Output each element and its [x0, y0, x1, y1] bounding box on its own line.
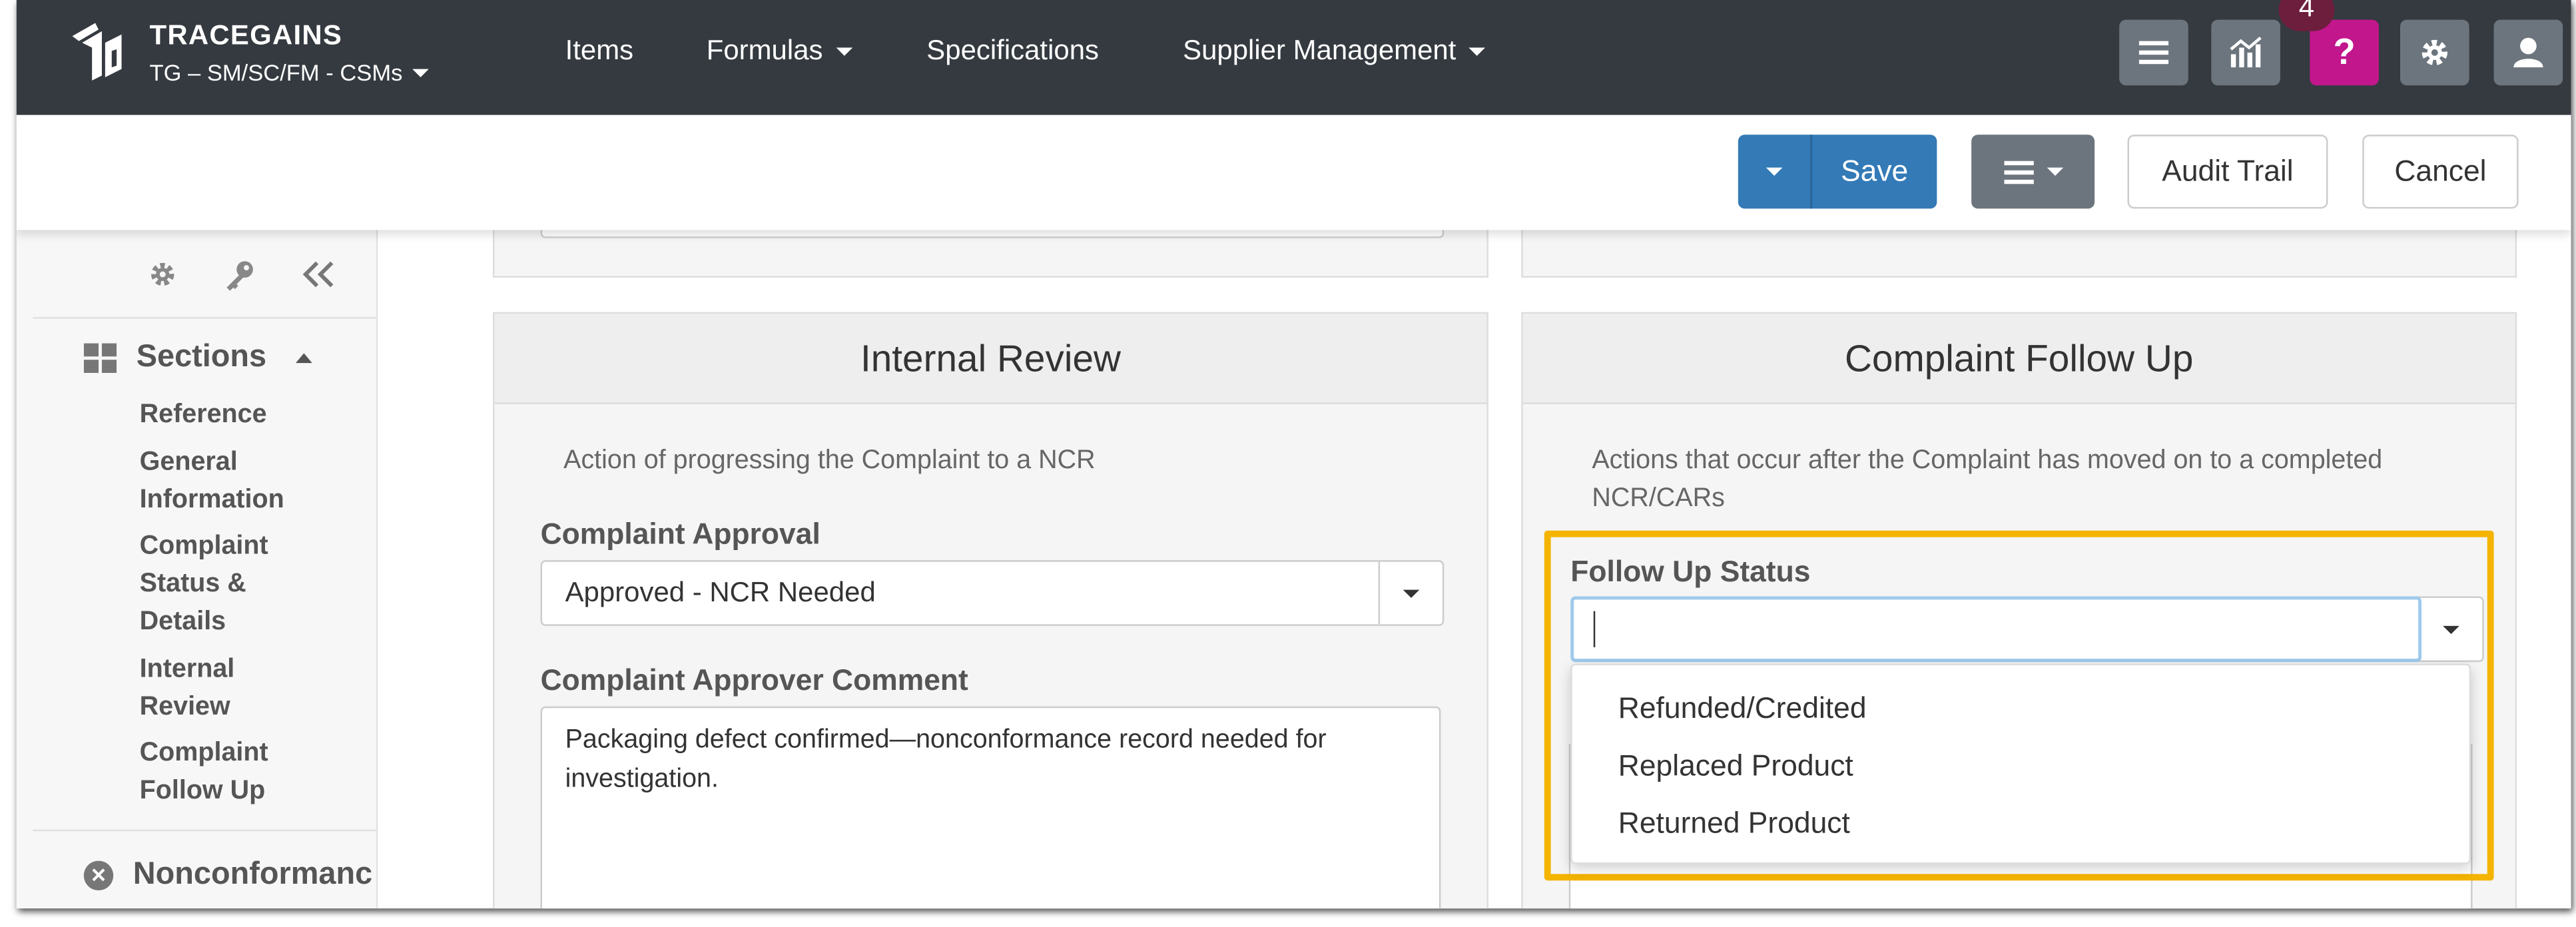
nav-specifications-label: Specifications	[926, 34, 1100, 66]
app-window: TRACEGAINS TG – SM/SC/FM - CSMs Items Fo…	[16, 0, 2571, 909]
sections-label: Sections	[136, 340, 267, 375]
complaint-follow-up-title: Complaint Follow Up	[1522, 314, 2515, 404]
internal-review-title: Internal Review	[494, 314, 1487, 404]
option-refunded-credited[interactable]: Refunded/Credited	[1618, 692, 1867, 727]
chevron-down-icon[interactable]	[2420, 598, 2483, 661]
gear-icon[interactable]	[148, 260, 177, 289]
sections-toggle[interactable]: Sections	[83, 340, 313, 376]
audit-trail-button[interactable]: Audit Trail	[2127, 135, 2328, 209]
more-actions-button[interactable]	[1971, 135, 2095, 209]
gear-icon	[2421, 39, 2447, 66]
org-context-dropdown[interactable]: TG – SM/SC/FM - CSMs	[149, 59, 429, 86]
follow-up-status-input[interactable]	[1570, 596, 2422, 663]
save-button-group: Save	[1738, 135, 1937, 209]
brand-name: TRACEGAINS	[149, 19, 343, 51]
option-replaced-product[interactable]: Replaced Product	[1618, 749, 1853, 784]
sidebar-tools	[148, 258, 335, 291]
complaint-approver-comment-textarea[interactable]: Packaging defect confirmed—nonconformanc…	[540, 706, 1441, 909]
hamburger-icon	[2138, 41, 2169, 65]
cancel-button[interactable]: Cancel	[2362, 135, 2519, 209]
key-icon[interactable]	[223, 258, 256, 291]
complaint-approval-select[interactable]: Approved - NCR Needed	[540, 560, 1445, 626]
hamburger-icon	[2003, 160, 2033, 184]
chevron-down-icon	[1766, 167, 1783, 176]
help-icon: ?	[2333, 31, 2356, 73]
analytics-button[interactable]	[2211, 19, 2280, 86]
nav-supplier-management-label: Supplier Management	[1183, 34, 1456, 66]
menu-button[interactable]	[2119, 19, 2188, 86]
follow-up-status-select[interactable]	[1570, 596, 2484, 663]
org-context-label: TG – SM/SC/FM - CSMs	[149, 59, 403, 86]
collapse-double-chevron-icon[interactable]	[302, 261, 335, 288]
nav-formulas[interactable]: Formulas	[707, 35, 852, 67]
chevron-down-icon[interactable]	[1378, 561, 1443, 625]
divider	[33, 829, 376, 832]
sidebar-item-internal-review[interactable]: Internal Review	[140, 651, 320, 726]
nav-specifications[interactable]: Specifications	[926, 35, 1099, 67]
tracegains-logo-icon[interactable]	[66, 20, 125, 83]
chevron-down-icon	[1469, 47, 1486, 55]
internal-review-card: Internal Review Action of progressing th…	[493, 312, 1488, 909]
chevron-down-icon	[2046, 167, 2063, 176]
sidebar-item-reference[interactable]: Reference	[140, 396, 320, 434]
previous-card-right	[1521, 230, 2517, 278]
sidebar-item-complaint-follow-up[interactable]: Complaint Follow Up	[140, 735, 320, 810]
nonconformance-label: Nonconformanc	[133, 857, 373, 892]
user-button[interactable]	[2493, 19, 2563, 86]
chevron-down-icon	[412, 68, 429, 77]
internal-review-description: Action of progressing the Complaint to a…	[563, 446, 1096, 475]
chart-icon	[2230, 37, 2262, 68]
previous-card-left	[493, 230, 1488, 278]
user-icon	[2513, 37, 2543, 68]
sidebar-item-general-information[interactable]: General Information	[140, 444, 320, 519]
chevron-down-icon	[836, 47, 852, 55]
nav-formulas-label: Formulas	[706, 34, 823, 66]
grid-icon	[83, 343, 117, 373]
option-returned-product[interactable]: Returned Product	[1618, 806, 1850, 841]
follow-up-status-label: Follow Up Status	[1570, 555, 1811, 589]
complaint-approver-comment-label: Complaint Approver Comment	[540, 663, 968, 697]
save-button[interactable]: Save	[1812, 135, 1937, 208]
nav-items[interactable]: Items	[565, 35, 634, 67]
nav-supplier-management[interactable]: Supplier Management	[1183, 35, 1486, 67]
close-circle-icon: ✕	[83, 860, 114, 891]
complaint-approval-label: Complaint Approval	[540, 517, 820, 551]
save-options-dropdown[interactable]	[1738, 135, 1812, 209]
action-toolbar: Save Audit Trail Cancel	[16, 115, 2571, 230]
complaint-follow-up-description: Actions that occur after the Complaint h…	[1592, 446, 2383, 513]
sections-sidebar: Sections Reference General Information C…	[16, 230, 378, 909]
notification-badge: 4	[2278, 0, 2335, 31]
sidebar-item-complaint-status-details[interactable]: Complaint Status & Details	[140, 527, 320, 641]
nav-items-label: Items	[565, 34, 634, 66]
settings-button[interactable]	[2400, 19, 2469, 86]
text-cursor	[1593, 611, 1596, 647]
sidebar-section-nonconformance[interactable]: ✕ Nonconformanc	[83, 857, 373, 894]
follow-up-status-options: Refunded/Credited Replaced Product Retur…	[1570, 663, 2471, 864]
complaint-approval-value: Approved - NCR Needed	[565, 576, 876, 608]
top-navbar: TRACEGAINS TG – SM/SC/FM - CSMs Items Fo…	[16, 0, 2571, 115]
chevron-up-icon	[296, 353, 313, 364]
divider	[33, 317, 376, 319]
